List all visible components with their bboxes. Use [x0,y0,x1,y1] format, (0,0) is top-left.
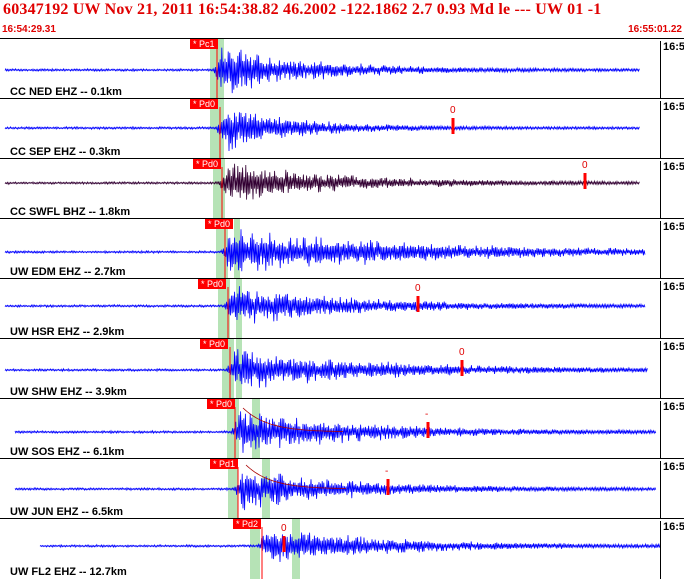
waveform-line [14,473,657,511]
coda-duration-marker[interactable] [460,360,464,376]
start-time-label: 16:54:29.31 [2,24,56,35]
coda-label: - [385,466,389,477]
coda-label: 0 [415,283,421,294]
trace-time-label: 16:5 [660,221,684,279]
trace-time-label: 16:5 [660,461,684,519]
trace-panel[interactable]: * Pd2 0 UW FL2 EHZ -- 12.7km 16:5 [0,518,684,579]
seismogram-panel-stack: * Pc1 CC NED EHZ -- 0.1km 16:5 * Pd0 0 CC SEP… [0,38,684,579]
phase-pick-label[interactable]: * Pd0 [205,219,234,229]
trace-panel[interactable]: * Pd0 0 CC SWFL BHZ -- 1.8km 16:5 [0,158,684,219]
phase-pick-label[interactable]: * Pc1 [190,39,218,49]
station-label: UW SOS EHZ -- 6.1km [10,446,125,458]
coda-duration-marker[interactable] [583,173,587,189]
trace-time-label: 16:5 [660,401,684,459]
phase-pick-label[interactable]: * Pd0 [198,279,227,289]
trace-time-label: 16:5 [660,161,684,219]
station-label: CC SEP EHZ -- 0.3km [10,146,121,158]
trace-panel[interactable]: * Pd1 - UW JUN EHZ -- 6.5km 16:5 [0,458,684,519]
station-label: UW FL2 EHZ -- 12.7km [10,566,127,578]
trace-time-label: 16:5 [660,521,684,579]
coda-duration-marker[interactable] [416,296,420,312]
waveform-line [4,163,640,200]
station-label: UW JUN EHZ -- 6.5km [10,506,124,518]
station-label: UW EDM EHZ -- 2.7km [10,266,126,278]
trace-time-label: 16:5 [660,341,684,399]
event-header: 60347192 UW Nov 21, 2011 16:54:38.82 46.… [0,0,684,39]
waveform-line [4,349,648,388]
waveform-line [39,532,684,563]
station-label: UW HSR EHZ -- 2.9km [10,326,125,338]
coda-label: 0 [459,347,465,358]
trace-panel[interactable]: * Pd0 0 UW HSR EHZ -- 2.9km 16:5 [0,278,684,339]
waveform-line [4,229,646,272]
phase-pick-label[interactable]: * Pd1 [210,459,239,469]
coda-duration-marker[interactable] [426,422,430,438]
phase-pick-label[interactable]: * Pd0 [190,99,219,109]
phase-pick-label[interactable]: * Pd2 [233,519,262,529]
trace-time-label: 16:5 [660,101,684,159]
phase-pick-label[interactable]: * Pd0 [193,159,222,169]
trace-time-label: 16:5 [660,41,684,99]
coda-duration-marker[interactable] [282,536,286,552]
station-label: CC SWFL BHZ -- 1.8km [10,206,131,218]
station-label: UW SHW EHZ -- 3.9km [10,386,127,398]
coda-duration-marker[interactable] [451,118,455,134]
phase-pick-label[interactable]: * Pd0 [200,339,229,349]
coda-duration-marker[interactable] [386,479,390,495]
trace-time-label: 16:5 [660,281,684,339]
end-time-label: 16:55:01.22 [628,24,682,35]
phase-pick-label[interactable]: * Pd0 [207,399,236,409]
event-title: 60347192 UW Nov 21, 2011 16:54:38.82 46.… [3,1,602,18]
coda-label: 0 [582,160,588,171]
coda-label: - [425,409,429,420]
coda-label: 0 [281,523,287,534]
coda-label: 0 [450,105,456,116]
station-label: CC NED EHZ -- 0.1km [10,86,122,98]
trace-panel[interactable]: * Pd0 UW EDM EHZ -- 2.7km 16:5 [0,218,684,279]
waveform-line [4,286,646,324]
trace-panel[interactable]: * Pc1 CC NED EHZ -- 0.1km 16:5 [0,38,684,99]
trace-panel[interactable]: * Pd0 - UW SOS EHZ -- 6.1km 16:5 [0,398,684,459]
trace-panel[interactable]: * Pd0 0 UW SHW EHZ -- 3.9km 16:5 [0,338,684,399]
trace-panel[interactable]: * Pd0 0 CC SEP EHZ -- 0.3km 16:5 [0,98,684,159]
